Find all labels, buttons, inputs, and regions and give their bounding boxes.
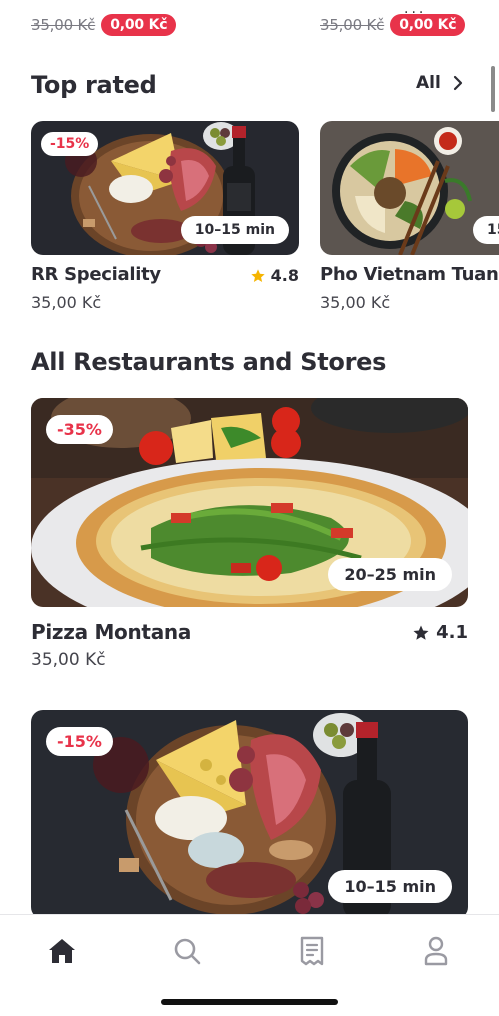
old-price: 35,00 Kč — [320, 16, 385, 34]
bottom-navigation — [0, 914, 499, 1016]
star-icon — [250, 268, 265, 282]
home-indicator — [161, 999, 338, 1005]
home-icon — [49, 939, 75, 963]
old-price: 35,00 Kč — [31, 16, 96, 34]
nav-profile[interactable] — [418, 933, 454, 969]
restaurant-price: 35,00 Kč — [31, 650, 106, 670]
top-rated-title: Top rated — [31, 71, 157, 99]
top-rated-card[interactable]: 15 Pho Vietnam Tuan& 35,00 Kč — [320, 121, 499, 312]
previous-carousel-prices: 35,00 Kč 0,00 Kč 35,00 Kč 0,00 Kč ··· — [0, 5, 499, 42]
rating-value: 4.8 — [270, 266, 299, 285]
star-icon — [413, 625, 429, 640]
discount-badge: -35% — [46, 415, 113, 444]
all-restaurants-title: All Restaurants and Stores — [31, 348, 387, 376]
receipt-icon — [300, 936, 324, 966]
nav-orders[interactable] — [294, 933, 330, 969]
nav-home[interactable] — [44, 933, 80, 969]
delivery-time-badge: 10–15 min — [328, 870, 452, 903]
dots-decoration: ··· — [404, 5, 427, 21]
restaurant-name: Pho Vietnam Tuan& — [320, 264, 499, 285]
top-rated-card-clip: 15 Pho Vietnam Tuan& 35,00 Kč — [320, 121, 499, 321]
rating: 4.1 — [412, 622, 468, 643]
scrollbar[interactable] — [491, 66, 495, 112]
discounted-price-badge: 0,00 Kč — [101, 14, 177, 36]
restaurant-name: Pizza Montana — [31, 620, 192, 644]
price-item: 35,00 Kč 0,00 Kč — [31, 14, 177, 36]
discount-badge: -15% — [46, 727, 113, 756]
nav-search[interactable] — [169, 933, 205, 969]
delivery-time-badge: 15 — [473, 216, 499, 244]
delivery-time-badge: 20–25 min — [328, 558, 452, 591]
discounted-price-badge: 0,00 Kč — [390, 14, 466, 36]
restaurant-image: -35% 20–25 min — [31, 398, 468, 607]
restaurant-card[interactable]: -35% 20–25 min Pizza Montana 4.1 35,00 K… — [31, 398, 468, 677]
restaurant-image: 15 — [320, 121, 499, 255]
chevron-right-icon — [453, 75, 462, 91]
restaurant-image: -15% 10–15 min — [31, 121, 299, 255]
restaurant-price: 35,00 Kč — [31, 293, 102, 312]
search-icon — [174, 938, 201, 965]
rating: 4.8 — [250, 266, 299, 285]
price-item: 35,00 Kč 0,00 Kč — [320, 14, 466, 36]
restaurant-price: 35,00 Kč — [320, 293, 391, 312]
rating-value: 4.1 — [436, 622, 468, 643]
restaurant-image: -15% 10–15 min — [31, 710, 468, 919]
delivery-time-badge: 10–15 min — [180, 216, 289, 244]
discount-badge: -15% — [41, 132, 99, 156]
top-rated-card[interactable]: -15% 10–15 min RR Speciality 4.8 35,00 K… — [31, 121, 299, 312]
profile-icon — [424, 936, 448, 966]
see-all-label: All — [416, 73, 441, 93]
restaurant-name: RR Speciality — [31, 264, 161, 285]
restaurant-card[interactable]: -15% 10–15 min — [31, 710, 468, 919]
noodle-bowl-image — [320, 121, 499, 255]
see-all-link[interactable]: All — [416, 73, 463, 93]
